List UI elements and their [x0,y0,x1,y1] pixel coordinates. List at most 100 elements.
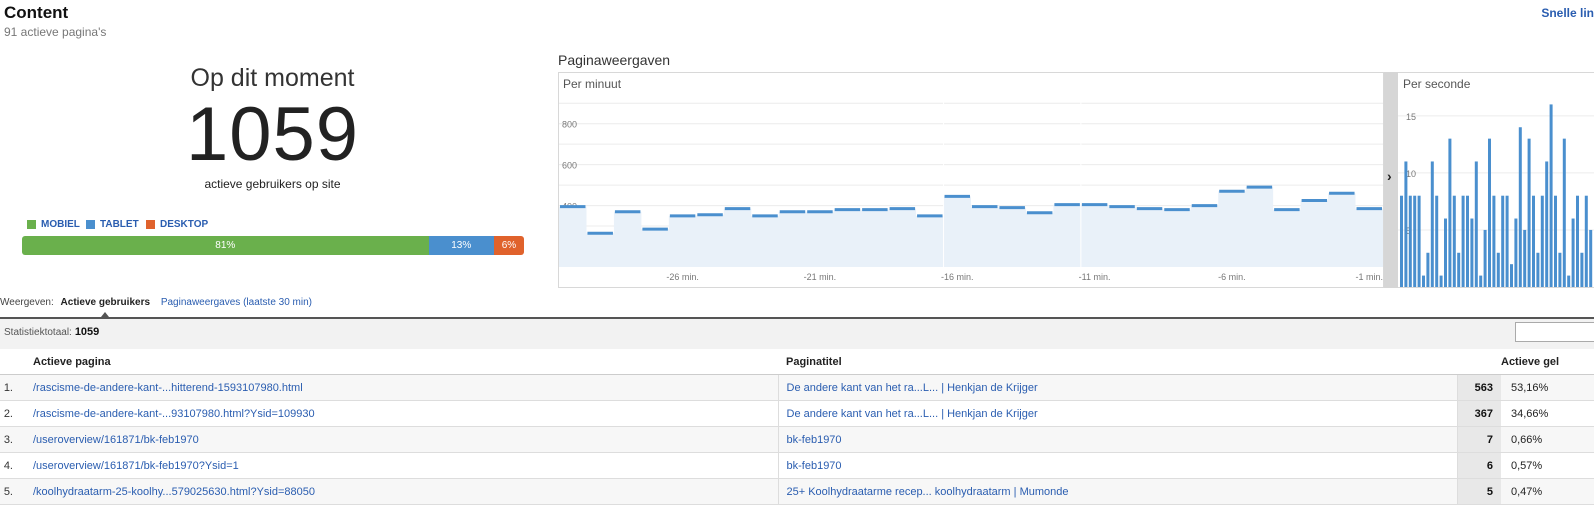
per-second-chart: 5 10 15 Per seconde [1398,72,1594,288]
table-row: 1. /rascisme-de-andere-kant-...hitterend… [0,374,1594,401]
row-index: 3. [0,426,27,453]
chart-toggle-button[interactable]: › [1384,72,1398,288]
per-second-bar [1479,275,1483,287]
device-segment-tablet: 13% [428,236,494,255]
per-second-bar [1545,161,1549,287]
row-page-link[interactable]: /rascisme-de-andere-kant-...93107980.htm… [27,400,779,427]
row-percent: 53,16% [1501,374,1594,401]
legend-desktop-swatch [146,220,155,229]
y-tick-label: 15 [1406,112,1416,122]
per-second-bar [1554,195,1557,287]
per-second-bar [1422,275,1425,287]
per-second-bar [1571,218,1575,287]
x-tick-label: -1 min. [1356,272,1383,282]
per-second-bar [1417,195,1421,287]
row-index: 5. [0,478,27,505]
header-active-page[interactable]: Actieve pagina [27,349,778,375]
row-count: 5 [1457,478,1501,505]
legend-mobile: MOBIEL [27,219,80,230]
per-second-bar [1452,195,1456,287]
per-second-bar [1435,195,1439,287]
per-second-bar [1501,195,1505,287]
header-page-title[interactable]: Paginatitel [778,349,1457,375]
header-count [1457,349,1501,375]
x-tick-label: -21 min. [804,272,837,282]
per-minute-chart-svg: 200400600800-26 min.-21 min.-16 min.-11 … [559,93,1383,282]
per-second-bar [1426,252,1430,287]
stats-total: Statistiektotaal: 1059 [4,326,99,338]
table-row: 5. /koolhydraatarm-25-koolhy...579025630… [0,478,1594,505]
tab-pageviews[interactable]: Paginaweergaves (laatste 30 min) [161,297,312,308]
table-row: 4. /useroverview/161871/bk-feb1970?Ysid=… [0,452,1594,479]
device-segment-mobile: 81% [22,236,429,255]
x-tick-label: -11 min. [1079,272,1111,282]
chevron-right-icon: › [1387,168,1392,184]
table-row: 3. /useroverview/161871/bk-feb1970 bk-fe… [0,426,1594,453]
row-title-link[interactable]: 25+ Koolhydraatarme recep... koolhydraat… [778,478,1458,505]
per-second-bar [1510,264,1513,287]
active-users-description: actieve gebruikers op site [204,177,341,191]
x-tick-label: -26 min. [666,272,699,282]
legend-mobile-swatch [27,220,36,229]
row-page-link[interactable]: /koolhydraatarm-25-koolhy...579025630.ht… [27,478,779,505]
per-second-bar [1492,195,1496,287]
row-title-link[interactable]: bk-feb1970 [778,452,1458,479]
tab-active-users[interactable]: Actieve gebruikers [61,297,151,308]
row-count: 6 [1457,452,1501,479]
x-tick-label: -6 min. [1218,272,1246,282]
per-second-bar [1496,252,1500,287]
view-prefix: Weergeven: [0,297,54,308]
y-tick-label: 600 [562,161,577,171]
row-title-link[interactable]: De andere kant van het ra...L... | Henkj… [778,400,1458,427]
page-title: Content [4,3,69,22]
per-second-bar [1518,127,1522,287]
now-label: Op dit moment [190,64,355,92]
table-search-input[interactable] [1515,322,1594,342]
table-header-row: Actieve pagina Paginatitel Actieve gel [0,349,1594,375]
row-count: 563 [1457,374,1501,401]
row-title-link[interactable]: De andere kant van het ra...L... | Henkj… [778,374,1458,401]
per-second-bar [1457,252,1461,287]
quick-links-link[interactable]: Snelle lin [1541,6,1594,20]
per-second-bar [1580,252,1584,287]
y-tick-label: 10 [1406,169,1416,179]
row-percent: 0,47% [1501,478,1594,505]
per-second-bar [1400,195,1403,287]
per-minute-chart: 200400600800-26 min.-21 min.-16 min.-11 … [558,72,1384,288]
per-second-bar [1439,275,1443,287]
table-row: 2. /rascisme-de-andere-kant-...93107980.… [0,400,1594,427]
header-active-users[interactable]: Actieve gel [1501,349,1594,375]
row-page-link[interactable]: /useroverview/161871/bk-feb1970?Ysid=1 [27,452,779,479]
per-second-bar [1466,195,1469,287]
stats-total-label: Statistiektotaal: [4,327,72,338]
per-second-bar [1549,104,1553,287]
row-index: 1. [0,374,27,401]
page-subtitle: 91 actieve pagina's [4,25,107,39]
per-second-bar [1576,195,1579,287]
legend-desktop-label: DESKTOP [160,219,209,230]
per-second-bar [1562,138,1566,287]
row-page-link[interactable]: /useroverview/161871/bk-feb1970 [27,426,779,453]
per-second-bar [1536,252,1540,287]
per-minute-label: Per minuut [563,77,622,91]
active-users-count: 1059 [185,92,360,177]
per-second-bar [1567,275,1571,287]
legend-tablet-swatch [86,220,95,229]
per-second-bar [1470,218,1474,287]
per-second-bar [1488,138,1491,287]
row-count: 367 [1457,400,1501,427]
per-second-bar [1474,161,1478,287]
y-tick-label: 800 [562,120,577,130]
device-share-bar: 81% 13% 6% [22,236,524,255]
row-page-link[interactable]: /rascisme-de-andere-kant-...hitterend-15… [27,374,779,401]
stats-bar [0,317,1594,349]
per-minute-area [559,187,1383,267]
active-pages-table: Actieve pagina Paginatitel Actieve gel 1… [0,349,1594,505]
per-second-bar [1430,161,1434,287]
row-title-link[interactable]: bk-feb1970 [778,426,1458,453]
legend-mobile-label: MOBIEL [41,219,80,230]
per-second-label: Per seconde [1403,77,1471,91]
row-count: 7 [1457,426,1501,453]
per-second-bar [1444,218,1447,287]
pageviews-title: Paginaweergaven [558,52,671,68]
